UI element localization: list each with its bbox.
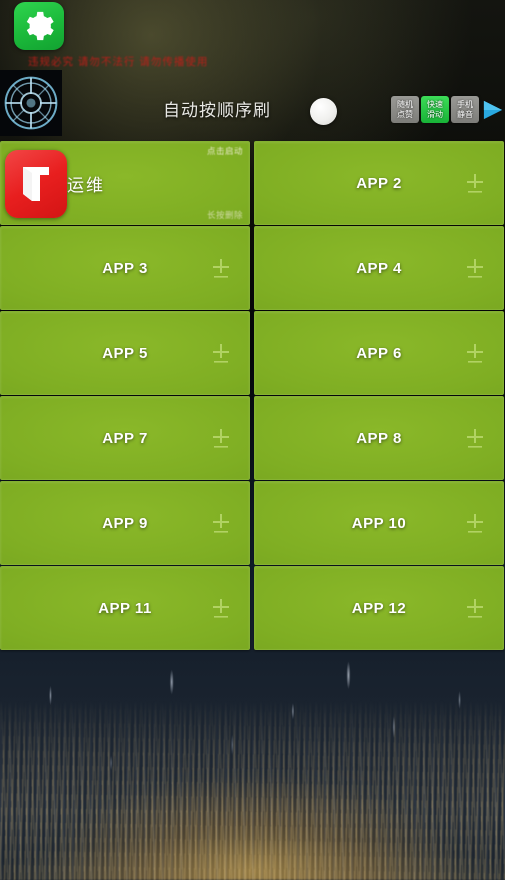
app-card-label: APP 12 <box>351 599 407 617</box>
app-card-label: APP 10 <box>351 514 407 532</box>
compass-emblem-icon[interactable] <box>0 70 62 136</box>
random-like-button[interactable]: 随机 点赞 <box>391 96 419 123</box>
app-card-12[interactable]: APP 12 <box>254 566 504 650</box>
auto-order-toggle[interactable] <box>310 98 337 125</box>
app-card-5[interactable]: APP 5 <box>0 311 250 395</box>
phone-mute-line2: 静音 <box>457 109 473 119</box>
add-plus-icon[interactable] <box>209 596 233 620</box>
app-card-label: APP 8 <box>356 429 402 447</box>
tikt-app-icon <box>5 150 67 218</box>
app-card-label: APP 2 <box>356 174 402 192</box>
app-card-8[interactable]: APP 8 <box>254 396 504 480</box>
add-plus-icon[interactable] <box>209 256 233 280</box>
background-light-streaks <box>0 655 505 880</box>
click-to-start-hint: 点击启动 <box>206 146 243 156</box>
app-card-6[interactable]: APP 6 <box>254 311 504 395</box>
warning-note: 违规必究 请勿不法行 请勿传播使用 <box>28 56 209 68</box>
app-card-2[interactable]: APP 2 <box>254 141 504 225</box>
mini-button-row: 随机 点赞 快速 滑动 手机 静音 <box>391 96 505 123</box>
app-card-label: APP 9 <box>102 514 148 532</box>
app-card-label: APP 4 <box>356 259 402 277</box>
add-plus-icon[interactable] <box>463 171 487 195</box>
phone-mute-button[interactable]: 手机 静音 <box>451 96 479 123</box>
app-card-1[interactable]: 梯影运维 点击启动 长按删除 <box>0 141 250 225</box>
long-press-delete-hint: 长按删除 <box>206 210 243 220</box>
app-card-label: APP 5 <box>102 344 148 362</box>
add-plus-icon[interactable] <box>209 341 233 365</box>
app-card-11[interactable]: APP 11 <box>0 566 250 650</box>
fast-swipe-button[interactable]: 快速 滑动 <box>421 96 449 123</box>
app-card-4[interactable]: APP 4 <box>254 226 504 310</box>
app-grid: 梯影运维 点击启动 长按删除 APP 2 APP 3 APP 4 APP 5 A… <box>0 141 505 651</box>
random-like-line2: 点赞 <box>397 109 413 119</box>
app-card-label: APP 11 <box>98 599 152 617</box>
app-card-3[interactable]: APP 3 <box>0 226 250 310</box>
app-card-label: APP 3 <box>102 259 148 277</box>
app-screen: 违规必究 请勿不法行 请勿传播使用 自动按顺序刷 随机 点赞 快速 滑动 手机 … <box>0 0 505 880</box>
add-plus-icon[interactable] <box>209 426 233 450</box>
gear-icon[interactable] <box>14 2 64 50</box>
app-card-7[interactable]: APP 7 <box>0 396 250 480</box>
app-card-label: APP 6 <box>356 344 402 362</box>
random-like-line1: 随机 <box>397 100 413 109</box>
add-plus-icon[interactable] <box>463 341 487 365</box>
fast-swipe-line1: 快速 <box>427 100 443 109</box>
add-plus-icon[interactable] <box>463 256 487 280</box>
add-plus-icon[interactable] <box>209 511 233 535</box>
add-plus-icon[interactable] <box>463 511 487 535</box>
app-card-9[interactable]: APP 9 <box>0 481 250 565</box>
add-plus-icon[interactable] <box>463 426 487 450</box>
play-button[interactable] <box>481 99 505 121</box>
phone-mute-line1: 手机 <box>457 100 473 109</box>
fast-swipe-line2: 滑动 <box>427 109 443 119</box>
add-plus-icon[interactable] <box>463 596 487 620</box>
app-card-10[interactable]: APP 10 <box>254 481 504 565</box>
app-card-label: APP 7 <box>102 429 148 447</box>
page-title: 自动按顺序刷 <box>163 101 271 120</box>
